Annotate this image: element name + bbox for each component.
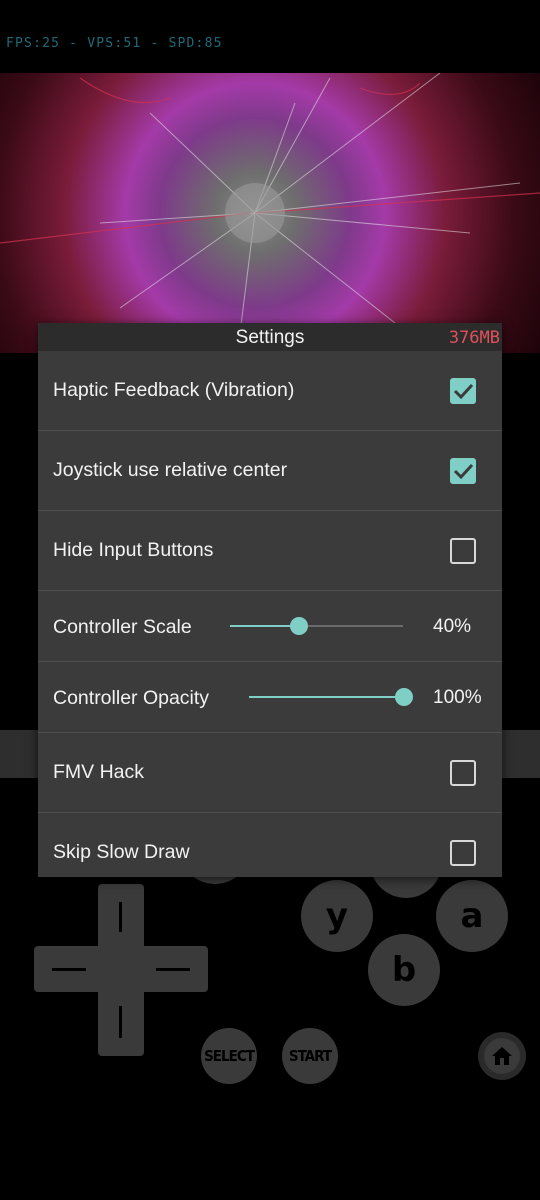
game-burst-art	[0, 73, 540, 334]
haptic-checkbox[interactable]	[450, 378, 476, 404]
controller-scale-slider[interactable]	[230, 617, 403, 635]
dpad-up-icon	[119, 902, 122, 932]
setting-controller-scale: Controller Scale 40%	[38, 591, 502, 662]
memory-usage: 376MB	[448, 328, 500, 348]
joystick-checkbox[interactable]	[450, 458, 476, 484]
settings-header: Settings 376MB	[38, 323, 502, 351]
b-button[interactable]: b	[368, 934, 440, 1006]
hide-input-checkbox[interactable]	[450, 538, 476, 564]
start-button[interactable]: START	[282, 1028, 338, 1084]
home-button[interactable]	[478, 1032, 526, 1080]
controller-opacity-slider[interactable]	[249, 688, 413, 706]
setting-skip-slow-draw[interactable]: Skip Slow Draw	[38, 813, 502, 892]
select-label: SELECT	[204, 1047, 255, 1065]
setting-controller-opacity: Controller Opacity 100%	[38, 662, 502, 733]
setting-label: Controller Scale	[53, 616, 192, 638]
settings-title: Settings	[235, 327, 305, 348]
setting-fmv-hack[interactable]: FMV Hack	[38, 733, 502, 813]
dpad-right-icon	[156, 968, 190, 971]
dpad-down-icon	[119, 1006, 122, 1038]
slider-fill	[230, 625, 300, 627]
setting-joystick-relative-center[interactable]: Joystick use relative center	[38, 431, 502, 511]
checkmark-icon	[453, 383, 474, 400]
game-screen[interactable]	[0, 73, 540, 353]
performance-stats: FPS:25 - VPS:51 - SPD:85	[6, 36, 223, 51]
setting-haptic-feedback[interactable]: Haptic Feedback (Vibration)	[38, 351, 502, 431]
setting-label: Controller Opacity	[53, 687, 210, 709]
controller-opacity-value: 100%	[433, 687, 482, 708]
settings-dialog: Settings 376MB Haptic Feedback (Vibratio…	[38, 323, 502, 877]
dpad-left-icon	[52, 968, 86, 971]
slider-thumb[interactable]	[395, 688, 413, 706]
checkmark-icon	[453, 463, 474, 480]
slider-fill	[249, 696, 404, 698]
setting-hide-input-buttons[interactable]: Hide Input Buttons	[38, 511, 502, 591]
setting-label: FMV Hack	[53, 761, 145, 783]
home-icon	[492, 1047, 512, 1065]
setting-label: Haptic Feedback (Vibration)	[53, 379, 295, 401]
setting-label: Joystick use relative center	[53, 459, 288, 481]
fmv-hack-checkbox[interactable]	[450, 760, 476, 786]
start-label: START	[288, 1047, 332, 1065]
y-button-label: y	[325, 896, 349, 936]
setting-label: Skip Slow Draw	[53, 841, 190, 863]
a-button-label: a	[460, 896, 484, 936]
select-button[interactable]: SELECT	[201, 1028, 257, 1084]
b-button-label: b	[391, 950, 417, 990]
controller-scale-value: 40%	[433, 616, 472, 637]
skip-slow-draw-checkbox[interactable]	[450, 840, 476, 866]
slider-thumb[interactable]	[290, 617, 309, 635]
setting-label: Hide Input Buttons	[53, 539, 214, 561]
